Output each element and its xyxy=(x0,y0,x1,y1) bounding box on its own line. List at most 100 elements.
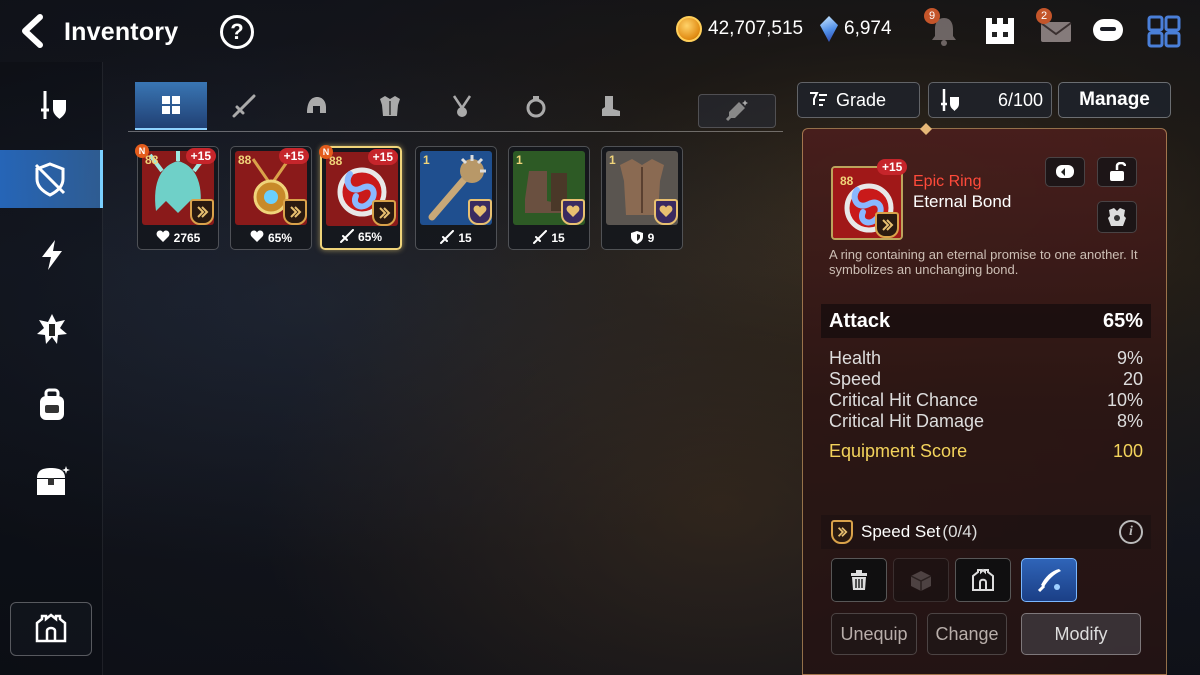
guild-button[interactable] xyxy=(982,14,1018,48)
detail-item-enhance: +15 xyxy=(877,159,908,175)
item-enhance: +15 xyxy=(367,149,398,165)
set-info: Speed Set (0/4) i xyxy=(821,515,1151,549)
unequip-button[interactable]: Unequip xyxy=(831,613,917,655)
substat-row: Critical Hit Damage 8% xyxy=(829,411,1143,432)
heart-set-icon xyxy=(561,199,585,225)
item-card[interactable]: 1 15 xyxy=(415,146,497,250)
sidebar-item-artifacts[interactable] xyxy=(0,150,103,208)
gem-amount: 6,974 xyxy=(844,18,892,39)
sword-icon xyxy=(232,94,256,118)
tab-weapon[interactable] xyxy=(208,82,280,130)
fortress-icon xyxy=(972,568,994,591)
heart-set-icon xyxy=(654,199,678,225)
equipment-score: Equipment Score 100 xyxy=(829,441,1143,462)
share-button[interactable] xyxy=(1045,157,1085,187)
auto-filter-button[interactable] xyxy=(698,94,776,128)
modify-button[interactable]: Modify xyxy=(1021,613,1141,655)
substat-value: 9% xyxy=(1116,348,1143,368)
capacity-value: 6/100 xyxy=(997,89,1043,110)
substat-value: 10% xyxy=(1106,390,1143,410)
equipment-slot-icon xyxy=(941,89,959,111)
unlock-icon xyxy=(1110,162,1126,181)
item-card[interactable]: 19 xyxy=(601,146,683,250)
item-card[interactable]: 88 +15 N 65% xyxy=(319,145,402,250)
crystal-gem-icon xyxy=(820,16,838,42)
tab-ring[interactable] xyxy=(500,82,572,130)
back-button[interactable] xyxy=(18,14,52,48)
bag-icon xyxy=(39,388,64,420)
sword-icon xyxy=(339,229,354,243)
item-main-stat: 2765 xyxy=(138,230,218,245)
sidebar-item-boost[interactable] xyxy=(0,226,103,284)
sidebar-item-equipment[interactable] xyxy=(0,76,103,134)
fortress-icon xyxy=(35,613,67,643)
sidebar-item-storage[interactable] xyxy=(0,452,103,510)
shield-icon xyxy=(630,231,643,244)
substat-row: Health 9% xyxy=(829,348,1143,369)
item-stat-value: 15 xyxy=(551,231,565,245)
chat-button[interactable] xyxy=(1090,14,1126,48)
substat-value: 20 xyxy=(1122,369,1143,389)
new-badge: N xyxy=(319,145,333,159)
sidebar-item-bag[interactable] xyxy=(0,376,103,434)
score-label: Equipment Score xyxy=(829,441,968,461)
extract-button[interactable] xyxy=(893,558,949,602)
speed-set-icon xyxy=(831,520,853,544)
set-name: Speed Set xyxy=(861,522,941,541)
menu-button[interactable] xyxy=(1146,14,1182,48)
notification-button[interactable]: 9 xyxy=(924,8,962,48)
grade-label: Grade xyxy=(836,89,887,110)
new-badge: N xyxy=(135,144,149,158)
equipment-icon xyxy=(40,91,66,119)
sell-button[interactable] xyxy=(831,558,887,602)
main-stat-value: 65% xyxy=(1102,309,1143,332)
fortress-button[interactable] xyxy=(10,602,92,656)
speed-set-icon xyxy=(372,200,396,226)
info-icon[interactable]: i xyxy=(1119,520,1143,544)
storage-button[interactable] xyxy=(955,558,1011,602)
gold-amount: 42,707,515 xyxy=(708,18,804,39)
main-stat-label: Attack xyxy=(829,309,891,332)
category-tabs xyxy=(128,82,783,132)
item-level: 88 xyxy=(238,153,252,167)
tab-all[interactable] xyxy=(135,82,207,130)
mail-button[interactable]: 2 xyxy=(1036,8,1074,48)
help-button[interactable]: ? xyxy=(220,15,254,49)
armor-icon xyxy=(380,96,400,116)
substat-label: Critical Hit Chance xyxy=(829,390,979,410)
manage-button[interactable]: Manage xyxy=(1058,82,1171,118)
item-stat-value: 65% xyxy=(357,230,383,244)
gem-currency: 6,974 xyxy=(820,16,892,42)
heart-icon xyxy=(250,230,264,242)
hero-equip-button[interactable] xyxy=(1097,201,1137,233)
speed-set-icon xyxy=(190,199,214,225)
item-stat-value: 2765 xyxy=(173,231,201,245)
item-card[interactable]: 88 +15 N 2765 xyxy=(135,144,219,250)
grade-sort-button[interactable]: Grade xyxy=(797,82,920,118)
tab-helmet[interactable] xyxy=(280,82,352,130)
tab-boots[interactable] xyxy=(574,82,646,130)
tab-necklace[interactable] xyxy=(426,82,498,130)
sword-icon xyxy=(440,230,455,244)
set-progress: (0/4) xyxy=(942,522,978,541)
item-main-stat: 65% xyxy=(231,230,311,245)
sidebar-item-catalyst[interactable] xyxy=(0,300,103,358)
heart-icon xyxy=(156,230,170,242)
grid-icon xyxy=(162,96,180,114)
item-name: Eternal Bond xyxy=(913,192,1012,211)
tab-armor[interactable] xyxy=(354,82,426,130)
item-card[interactable]: 1 15 xyxy=(508,146,590,250)
item-card[interactable]: 88 +15 65% xyxy=(230,146,312,250)
change-button[interactable]: Change xyxy=(927,613,1007,655)
lightning-icon xyxy=(41,240,62,270)
lock-button[interactable] xyxy=(1097,157,1137,187)
catalyst-icon xyxy=(36,314,67,344)
box-icon xyxy=(910,571,932,591)
boots-icon xyxy=(602,96,620,116)
ring-icon xyxy=(526,96,546,118)
enhance-button[interactable] xyxy=(1021,558,1077,602)
heart-set-icon xyxy=(468,199,492,225)
substat-label: Critical Hit Damage xyxy=(829,411,985,431)
gold-currency: 42,707,515 xyxy=(676,16,803,42)
detail-item-image: 88 xyxy=(831,166,903,240)
